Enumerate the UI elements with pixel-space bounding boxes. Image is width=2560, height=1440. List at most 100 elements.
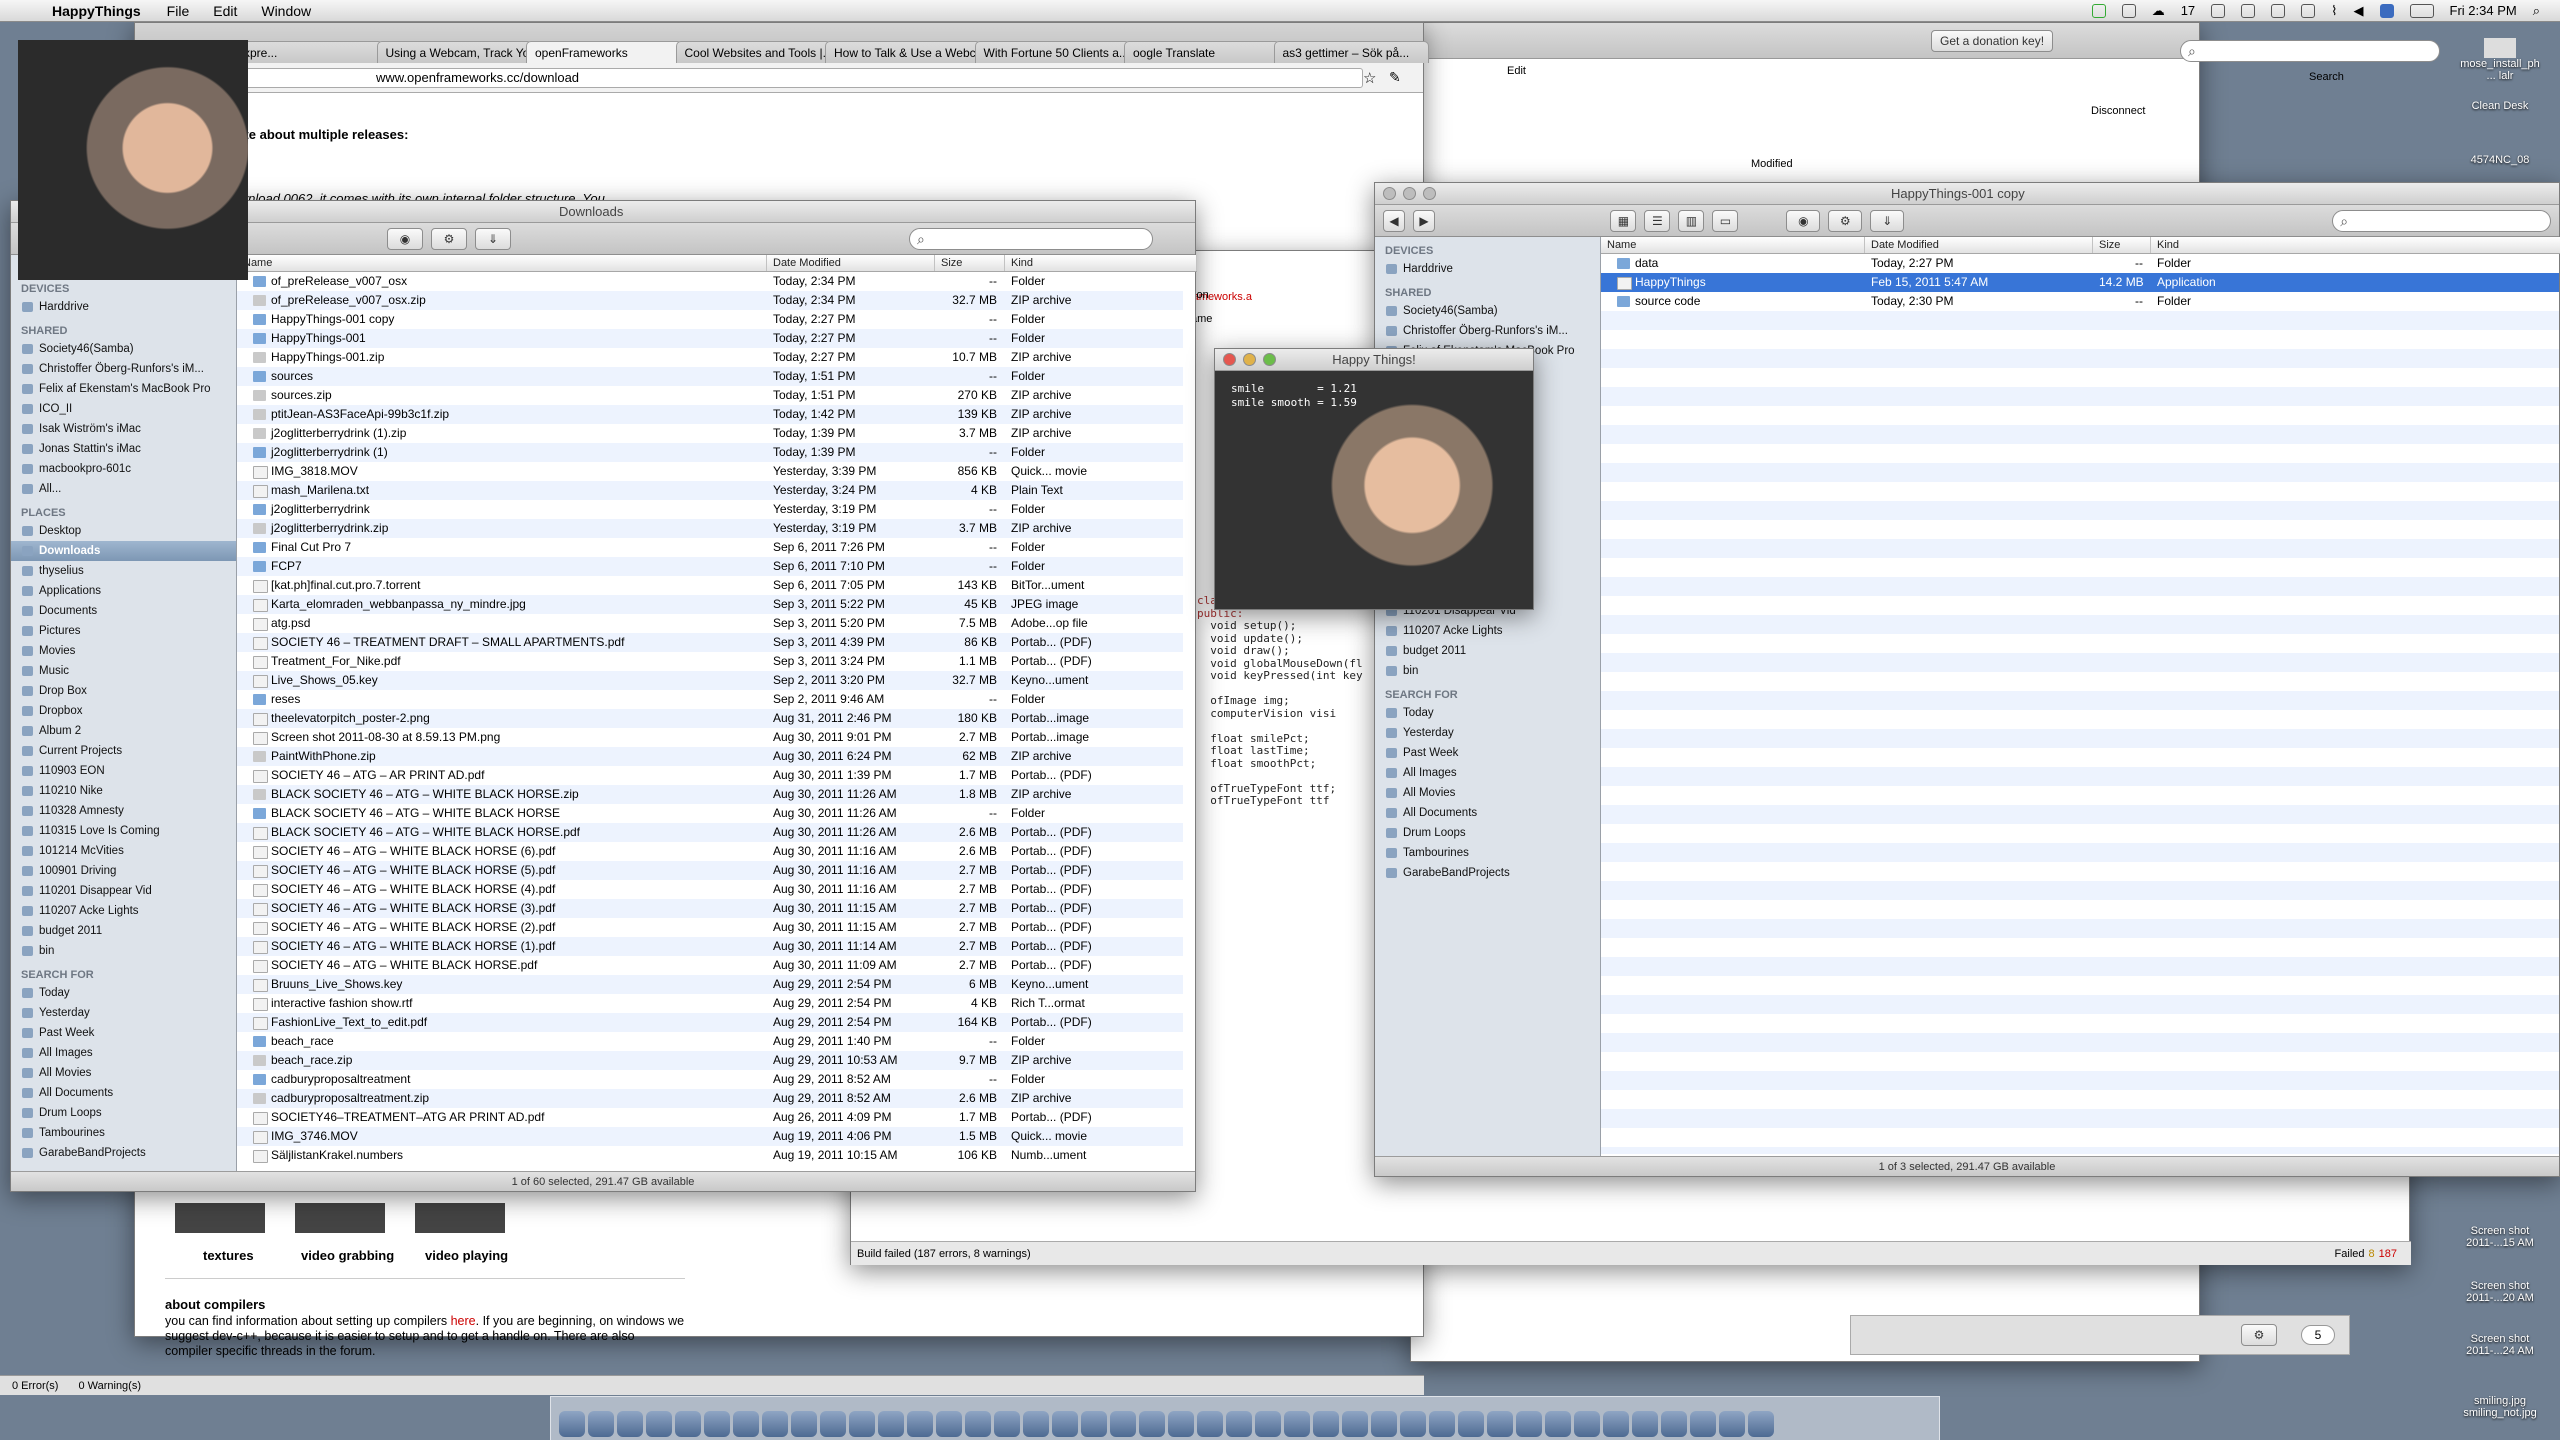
dock-app-icon[interactable]: [675, 1411, 701, 1437]
dock-app-icon[interactable]: [1632, 1411, 1658, 1437]
col-date[interactable]: Date Modified: [767, 255, 935, 271]
dock-app-icon[interactable]: [936, 1411, 962, 1437]
time-machine-icon[interactable]: [2301, 3, 2316, 18]
dock-app-icon[interactable]: [733, 1411, 759, 1437]
col-kind[interactable]: Kind: [1005, 255, 1197, 271]
sidebar-item[interactable]: Today: [11, 983, 236, 1003]
spotlight-icon[interactable]: ⌕: [2533, 3, 2540, 19]
file-row[interactable]: SOCIETY 46 – ATG – WHITE BLACK HORSE (3)…: [237, 899, 1183, 918]
sidebar-item[interactable]: GarabeBandProjects: [1375, 863, 1600, 883]
quicklook-button[interactable]: ◉: [1786, 209, 1821, 232]
file-row[interactable]: atg.psd Sep 3, 2011 5:20 PM 7.5 MB Adobe...…: [237, 614, 1183, 633]
file-row[interactable]: sources.zip Today, 1:51 PM 270 KB ZIP archi…: [237, 386, 1183, 405]
minimize-button[interactable]: [1403, 187, 1416, 200]
dock-app-icon[interactable]: [617, 1411, 643, 1437]
file-row[interactable]: data Today, 2:27 PM -- Folder: [1601, 254, 2559, 273]
menu-app[interactable]: HappyThings: [40, 3, 155, 19]
file-row[interactable]: j2oglitterberrydrink.zip Yesterday, 3:19 …: [237, 519, 1183, 538]
sidebar-item[interactable]: All Movies: [1375, 783, 1600, 803]
dock-app-icon[interactable]: [791, 1411, 817, 1437]
dropbox-icon[interactable]: [2241, 3, 2256, 18]
flag-icon[interactable]: [2379, 3, 2394, 18]
sidebar-item[interactable]: ICO_II: [11, 399, 236, 419]
dock-app-icon[interactable]: [1284, 1411, 1310, 1437]
file-row[interactable]: source code Today, 2:30 PM -- Folder: [1601, 292, 2559, 311]
col-name[interactable]: Name: [237, 255, 767, 271]
col-name[interactable]: Name: [1601, 237, 1865, 253]
star-icon[interactable]: ☆: [1363, 69, 1376, 87]
view-columns-button[interactable]: ▥: [1678, 209, 1705, 232]
file-row[interactable]: Final Cut Pro 7 Sep 6, 2011 7:26 PM -- Fold…: [237, 538, 1183, 557]
sidebar-item[interactable]: Today: [1375, 703, 1600, 723]
file-row[interactable]: PaintWithPhone.zip Aug 30, 2011 6:24 PM 62…: [237, 747, 1183, 766]
view-list-button[interactable]: ☰: [1644, 209, 1671, 232]
view-coverflow-button[interactable]: ▭: [1712, 209, 1739, 232]
warning-count[interactable]: 8: [2369, 1248, 2375, 1260]
thumb-video-playing[interactable]: [415, 1203, 505, 1233]
file-row[interactable]: HappyThings-001.zip Today, 2:27 PM 10.7 MB…: [237, 348, 1183, 367]
bluetooth-icon[interactable]: [2271, 3, 2286, 18]
dock-app-icon[interactable]: [878, 1411, 904, 1437]
dock-app-icon[interactable]: [1516, 1411, 1542, 1437]
dock-app-icon[interactable]: [1748, 1411, 1774, 1437]
browser-tab[interactable]: Cool Websites and Tools |...: [675, 41, 831, 63]
dock-app-icon[interactable]: [1052, 1411, 1078, 1437]
sidebar-item[interactable]: bin: [1375, 661, 1600, 681]
sidebar-item[interactable]: All Images: [1375, 763, 1600, 783]
file-row[interactable]: BLACK SOCIETY 46 – ATG – WHITE BLACK HOR…: [237, 823, 1183, 842]
url-field[interactable]: www.openframeworks.cc/download: [235, 67, 1363, 88]
action-menu-button[interactable]: ⚙: [431, 227, 467, 250]
file-row[interactable]: interactive fashion show.rtf Aug 29, 2011…: [237, 994, 1183, 1013]
dock-app-icon[interactable]: [965, 1411, 991, 1437]
dock-app-icon[interactable]: [1168, 1411, 1194, 1437]
right-search-input[interactable]: [2180, 40, 2440, 62]
file-row[interactable]: of_preRelease_v007_osx Today, 2:34 PM -- Fo…: [237, 272, 1183, 291]
forward-button[interactable]: ▶: [1413, 209, 1435, 232]
desktop-item[interactable]: Clean Desk: [2455, 100, 2545, 112]
file-row[interactable]: SOCIETY 46 – ATG – WHITE BLACK HORSE (4)…: [237, 880, 1183, 899]
file-row[interactable]: BLACK SOCIETY 46 – ATG – WHITE BLACK HOR…: [237, 785, 1183, 804]
file-row[interactable]: [kat.ph]final.cut.pro.7.torrent Sep 6, 20…: [237, 576, 1183, 595]
file-row[interactable]: SäljlistanKrakel.numbers Aug 19, 2011 10:…: [237, 1146, 1183, 1165]
sidebar-item[interactable]: budget 2011: [11, 921, 236, 941]
sidebar-item[interactable]: All Movies: [11, 1063, 236, 1083]
dock-app-icon[interactable]: [994, 1411, 1020, 1437]
disconnect-button[interactable]: Disconnect: [2091, 105, 2145, 117]
file-row[interactable]: IMG_3746.MOV Aug 19, 2011 4:06 PM 1.5 MB Qu…: [237, 1127, 1183, 1146]
sidebar-item[interactable]: Past Week: [1375, 743, 1600, 763]
sidebar-item[interactable]: Jonas Stattin's iMac: [11, 439, 236, 459]
sidebar-item[interactable]: Christoffer Öberg-Runfors's iM...: [11, 359, 236, 379]
sidebar-item[interactable]: Tambourines: [11, 1123, 236, 1143]
action-menu-button[interactable]: ⚙: [1828, 209, 1863, 232]
view-icons-button[interactable]: ▦: [1610, 209, 1637, 232]
compilers-link[interactable]: here: [451, 1314, 476, 1328]
clock[interactable]: Fri 2:34 PM: [2450, 3, 2517, 18]
sidebar-item[interactable]: Drum Loops: [11, 1103, 236, 1123]
dock-app-icon[interactable]: [1574, 1411, 1600, 1437]
sidebar-item[interactable]: budget 2011: [1375, 641, 1600, 661]
dock-app-icon[interactable]: [1226, 1411, 1252, 1437]
desktop-item[interactable]: Screen shot 2011-...15 AM: [2455, 1225, 2545, 1249]
adium-icon[interactable]: [2121, 3, 2136, 18]
sidebar-item[interactable]: Music: [11, 661, 236, 681]
col-size[interactable]: Size: [2093, 237, 2151, 253]
sidebar-item[interactable]: Pictures: [11, 621, 236, 641]
sidebar-item[interactable]: Tambourines: [1375, 843, 1600, 863]
file-row[interactable]: cadburyproposaltreatment Aug 29, 2011 8:5…: [237, 1070, 1183, 1089]
sidebar-item[interactable]: Current Projects: [11, 741, 236, 761]
file-row[interactable]: of_preRelease_v007_osx.zip Today, 2:34 PM…: [237, 291, 1183, 310]
mail-icon[interactable]: [2211, 3, 2226, 18]
dock-app-icon[interactable]: [1719, 1411, 1745, 1437]
file-row[interactable]: j2oglitterberrydrink (1).zip Today, 1:39 …: [237, 424, 1183, 443]
file-row[interactable]: Bruuns_Live_Shows.key Aug 29, 2011 2:54 P…: [237, 975, 1183, 994]
dock-app-icon[interactable]: [1023, 1411, 1049, 1437]
file-row[interactable]: sources Today, 1:51 PM -- Folder: [237, 367, 1183, 386]
dock-app-icon[interactable]: [762, 1411, 788, 1437]
browser-tab[interactable]: oogle Translate: [1124, 41, 1280, 63]
sidebar-item[interactable]: Harddrive: [1375, 259, 1600, 279]
file-row[interactable]: Screen shot 2011-08-30 at 8.59.13 PM.png…: [237, 728, 1183, 747]
sidebar-item[interactable]: Drum Loops: [1375, 823, 1600, 843]
sidebar-item[interactable]: Downloads: [11, 541, 236, 561]
volume-icon[interactable]: ◀: [2354, 3, 2364, 19]
file-row[interactable]: cadburyproposaltreatment.zip Aug 29, 2011…: [237, 1089, 1183, 1108]
